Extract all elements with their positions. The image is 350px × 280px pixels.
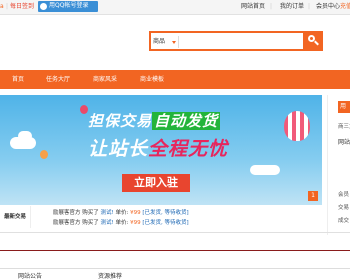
site-notice-title[interactable]: 网站公	[338, 137, 350, 146]
member-item: 交易	[338, 205, 350, 211]
tab-site-notice[interactable]: 网站公告	[18, 271, 42, 280]
separator: |	[308, 3, 311, 10]
balloon-icon	[40, 150, 48, 159]
cloud-decoration	[18, 131, 32, 141]
nav-item-task-hall[interactable]: 任务大厅	[46, 75, 70, 84]
qq-login-button[interactable]: 用QQ帐号登录	[38, 1, 98, 12]
banner-page-indicator[interactable]: 1	[308, 191, 318, 201]
balloon-icon	[80, 105, 88, 114]
balloon-icon	[284, 111, 310, 141]
search-category-select[interactable]: 商品	[153, 37, 165, 47]
chevron-down-icon	[172, 41, 176, 44]
topbar-link-member-center[interactable]: 会员中心	[316, 3, 340, 11]
transaction-status: [已发货, 等待收货]	[142, 210, 189, 216]
search-button[interactable]	[303, 31, 323, 51]
nav-item-templates[interactable]: 商业模板	[140, 75, 164, 84]
transaction-item-link[interactable]: 测试!	[101, 220, 114, 226]
topbar-link-recharge[interactable]: 充值	[340, 3, 350, 11]
separator: |	[6, 3, 9, 10]
transaction-row: 励展客官方 购买了 测试! 单价: ¥99 [已发货, 等待收货]	[53, 208, 189, 216]
right-panel-button[interactable]: 用	[338, 101, 350, 113]
member-item: 会员	[338, 192, 350, 198]
separator: |	[270, 3, 273, 10]
join-now-button[interactable]: 立即入驻	[122, 174, 190, 192]
transaction-user: 励展客官方	[53, 220, 81, 226]
cloud-decoration	[250, 165, 280, 175]
topbar-link-orders[interactable]: 我的订单	[280, 3, 304, 11]
headline-part1: 担保交易	[88, 112, 153, 130]
latest-transactions-label: 最新交易	[0, 206, 31, 228]
transaction-status: [已发货, 等待收货]	[142, 220, 189, 226]
banner-slogan: 让站长全程无忧	[88, 134, 228, 161]
price-label: 单价:	[115, 210, 129, 216]
price-label: 单价:	[115, 220, 129, 226]
right-panel: 用 商三大 网站公 会员 交易 成交	[327, 95, 350, 235]
topbar-link-home[interactable]: 网站首页	[241, 3, 265, 11]
daily-signin-link[interactable]: 每日签到	[10, 3, 34, 11]
qq-icon	[40, 3, 47, 10]
user-link[interactable]: a	[0, 3, 4, 11]
top-bar: a | 每日签到 用QQ帐号登录 网站首页 | 我的订单 | 会员中心 充值	[0, 0, 350, 15]
search-icon-handle	[314, 40, 319, 46]
headline-part2: 自动发货	[152, 112, 221, 130]
divider	[0, 268, 350, 269]
slogan-part1: 让站长	[88, 138, 149, 160]
latest-transactions: 最新交易 励展客官方 购买了 测试! 单价: ¥99 [已发货, 等待收货] 励…	[0, 206, 322, 228]
transaction-action: 购买了	[82, 220, 99, 226]
right-panel-subtitle: 商三大	[338, 124, 350, 130]
transaction-action: 购买了	[82, 210, 99, 216]
nav-item-home[interactable]: 首页	[12, 75, 24, 84]
banner-headline: 担保交易 自动发货	[88, 110, 221, 131]
transaction-row: 励展客官方 购买了 测试! 单价: ¥99 [已发货, 等待收货]	[53, 218, 189, 226]
divider	[0, 250, 350, 251]
divider	[178, 36, 179, 48]
promo-banner[interactable]: 担保交易 自动发货 让站长全程无忧 立即入驻 1	[0, 95, 322, 205]
member-item: 成交	[338, 218, 350, 224]
search-box: 商品	[149, 31, 323, 51]
slogan-part2: 全程无忧	[148, 138, 229, 160]
nav-item-merchants[interactable]: 商家风采	[93, 75, 117, 84]
transaction-item-link[interactable]: 测试!	[101, 210, 114, 216]
transaction-price: ¥99	[130, 210, 141, 216]
tab-resource-recommend[interactable]: 资源推荐	[98, 271, 122, 280]
divider	[0, 232, 350, 233]
main-nav: 首页 任务大厅 商家风采 商业模板	[0, 70, 350, 89]
transaction-user: 励展客官方	[53, 210, 81, 216]
transaction-price: ¥99	[130, 220, 141, 226]
